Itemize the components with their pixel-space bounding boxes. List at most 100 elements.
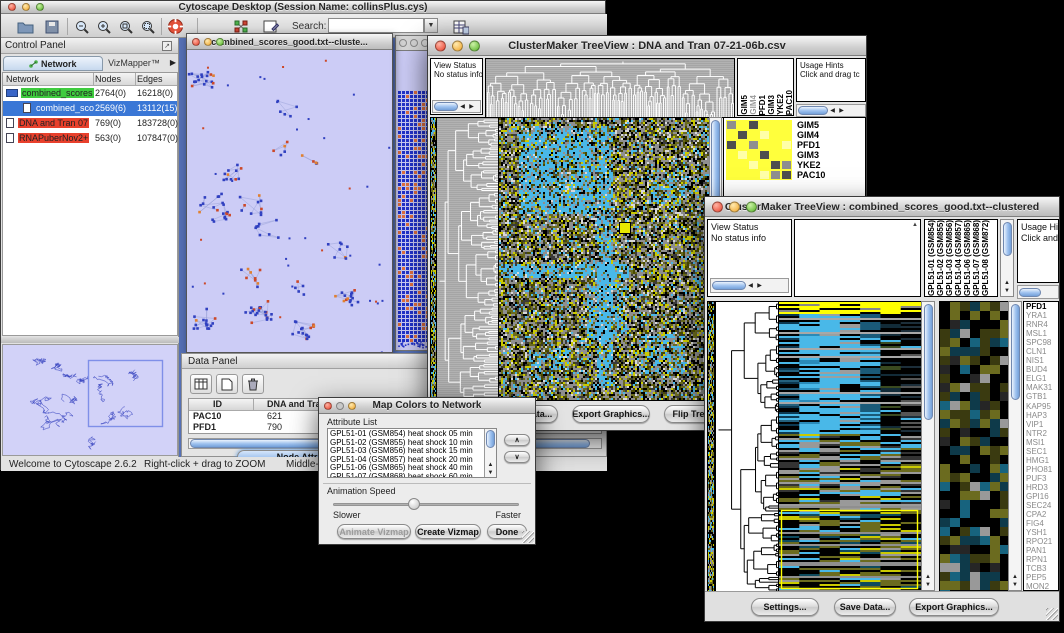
- gene-label[interactable]: NTR2: [1026, 429, 1058, 438]
- zoom-out-icon[interactable]: [72, 17, 92, 36]
- create-vizmap-button[interactable]: Create Vizmap: [415, 524, 481, 539]
- scroll-up-arrow[interactable]: ▲: [485, 461, 496, 469]
- birdseye-view-canvas[interactable]: [2, 344, 178, 456]
- main-titlebar[interactable]: Cytoscape Desktop (Session Name: collins…: [1, 1, 605, 14]
- speed-slider-thumb[interactable]: [408, 498, 420, 510]
- array-column-label[interactable]: GPL51-02 (GSM855): [936, 220, 945, 296]
- row-dendrogram-canvas[interactable]: [715, 301, 780, 593]
- col-header-edges[interactable]: Edges: [137, 74, 163, 84]
- search-dropdown-arrow[interactable]: ▼: [424, 18, 438, 33]
- zoom-button[interactable]: [348, 402, 356, 410]
- open-file-icon[interactable]: [15, 17, 35, 36]
- minimize-button[interactable]: [22, 3, 30, 11]
- array-column-label[interactable]: GPL51-08 (GSM872): [981, 220, 990, 296]
- scroll-left-arrow[interactable]: ◀: [458, 103, 467, 111]
- network-canvas[interactable]: [187, 50, 392, 352]
- array-column-label[interactable]: GPL51-04 (GSM857): [954, 220, 963, 296]
- gene-label[interactable]: PUF3: [1026, 474, 1058, 483]
- gene-label[interactable]: YKE2: [797, 160, 825, 170]
- minimize-button[interactable]: [410, 39, 418, 47]
- array-column-label[interactable]: GPL51-07 (GSM868): [972, 220, 981, 296]
- export-graphics-button[interactable]: Export Graphics...: [909, 598, 999, 616]
- network-row-dna-tran[interactable]: DNA and Tran 07 769(0) 183728(0): [3, 116, 177, 131]
- column-dendrogram-panel[interactable]: ▲: [794, 219, 921, 297]
- resize-grip[interactable]: [522, 531, 534, 543]
- scroll-up-arrow[interactable]: ▲: [1009, 573, 1021, 581]
- tree-collapse-arrow[interactable]: ▲: [912, 222, 918, 228]
- gene-label[interactable]: MON2: [1026, 582, 1058, 591]
- close-button[interactable]: [399, 39, 407, 47]
- usage-hints-hscrollbar[interactable]: ◀ ▶: [796, 104, 866, 117]
- heatmap-canvas[interactable]: [498, 117, 710, 401]
- gene-label[interactable]: CLN1: [1026, 347, 1058, 356]
- column-dendrogram-canvas[interactable]: [485, 58, 735, 118]
- gene-label[interactable]: SEC24: [1026, 501, 1058, 510]
- scroll-up-arrow[interactable]: ▲: [922, 573, 934, 581]
- gene-label[interactable]: RPO21: [1026, 537, 1058, 546]
- zoom-button[interactable]: [36, 3, 44, 11]
- minimize-button[interactable]: [204, 38, 212, 46]
- resize-grip[interactable]: [1046, 608, 1058, 620]
- speed-slider-track[interactable]: [333, 503, 519, 506]
- scrollbar-thumb[interactable]: [1003, 222, 1012, 256]
- gene-label[interactable]: VIP1: [1026, 420, 1058, 429]
- scrollbar-thumb[interactable]: [1019, 288, 1041, 297]
- scroll-left-arrow[interactable]: ◀: [746, 282, 755, 290]
- scrollbar-thumb[interactable]: [434, 102, 458, 111]
- scroll-down-arrow[interactable]: ▼: [1001, 287, 1013, 295]
- zoom-selected-icon[interactable]: [116, 17, 136, 36]
- summary-matrix-canvas[interactable]: [726, 120, 792, 180]
- gene-label[interactable]: FIG4: [1026, 519, 1058, 528]
- gene-label[interactable]: PHO81: [1026, 465, 1058, 474]
- col-header-network[interactable]: Network: [6, 74, 39, 84]
- usage-hints-hscrollbar[interactable]: [1017, 285, 1059, 299]
- zoom-button[interactable]: [469, 40, 480, 51]
- save-data-button[interactable]: Save Data...: [834, 598, 896, 616]
- tab-network[interactable]: Network: [3, 56, 103, 71]
- gene-label[interactable]: MSI1: [1026, 438, 1058, 447]
- close-button[interactable]: [712, 201, 723, 212]
- scroll-down-arrow[interactable]: ▼: [922, 581, 934, 589]
- gene-label[interactable]: SPC98: [1026, 338, 1058, 347]
- view-status-hscrollbar[interactable]: ◀ ▶: [432, 100, 481, 113]
- attribute-list[interactable]: GPL51-01 (GSM854) heat shock 05 minGPL51…: [327, 428, 497, 478]
- gene-label[interactable]: MSL1: [1026, 329, 1058, 338]
- minimize-button[interactable]: [452, 40, 463, 51]
- gene-label[interactable]: BUD4: [1026, 365, 1058, 374]
- heatmap-canvas[interactable]: [778, 301, 922, 593]
- view-status-hscrollbar[interactable]: ◀ ▶: [710, 278, 789, 293]
- gene-label[interactable]: HRD3: [1026, 483, 1058, 492]
- array-column-label[interactable]: GPL51-01 (GSM854): [927, 220, 936, 296]
- network-row-combined-sco-selected[interactable]: combined_sco 2569(6) 13112(15): [3, 101, 177, 116]
- scroll-left-arrow[interactable]: ◀: [828, 107, 837, 115]
- column-label[interactable]: PFD1: [758, 95, 767, 115]
- dialog-titlebar[interactable]: Map Colors to Network: [319, 398, 535, 414]
- import-table-icon[interactable]: [451, 17, 471, 36]
- scroll-right-arrow[interactable]: ▶: [467, 103, 476, 111]
- tab-overflow-arrow[interactable]: ▶: [170, 58, 176, 67]
- gene-label[interactable]: HAP3: [1026, 411, 1058, 420]
- scrollbar-thumb[interactable]: [1011, 304, 1020, 400]
- gene-label[interactable]: RNR4: [1026, 320, 1058, 329]
- new-attribute-icon[interactable]: [216, 374, 238, 394]
- export-graphics-button[interactable]: Export Graphics...: [572, 405, 650, 423]
- gene-label[interactable]: PAN1: [1026, 546, 1058, 555]
- col-header-nodes[interactable]: Nodes: [95, 74, 121, 84]
- zoom-button[interactable]: [216, 38, 224, 46]
- gene-label[interactable]: HMG1: [1026, 456, 1058, 465]
- column-label[interactable]: GIM5: [740, 95, 749, 115]
- gene-label[interactable]: MAK31: [1026, 383, 1058, 392]
- help-lifering-icon[interactable]: [165, 17, 185, 36]
- array-column-label[interactable]: GPL51-06 (GSM865): [963, 220, 972, 296]
- row-dendrogram-canvas[interactable]: [436, 117, 499, 401]
- gene-label[interactable]: GIM5: [797, 120, 825, 130]
- gene-label[interactable]: TCB3: [1026, 564, 1058, 573]
- animate-vizmap-button[interactable]: Animate Vizmap: [337, 524, 411, 539]
- network-row-rnapuber[interactable]: RNAPuberNov2+ 563(0) 107847(0): [3, 131, 177, 146]
- scroll-down-arrow[interactable]: ▼: [485, 469, 496, 477]
- move-up-button[interactable]: ∧: [504, 434, 530, 446]
- float-panel-icon[interactable]: ↗: [162, 41, 172, 51]
- gene-label[interactable]: RPN1: [1026, 555, 1058, 564]
- select-attributes-icon[interactable]: [190, 374, 212, 394]
- scrollbar-thumb[interactable]: [798, 106, 828, 115]
